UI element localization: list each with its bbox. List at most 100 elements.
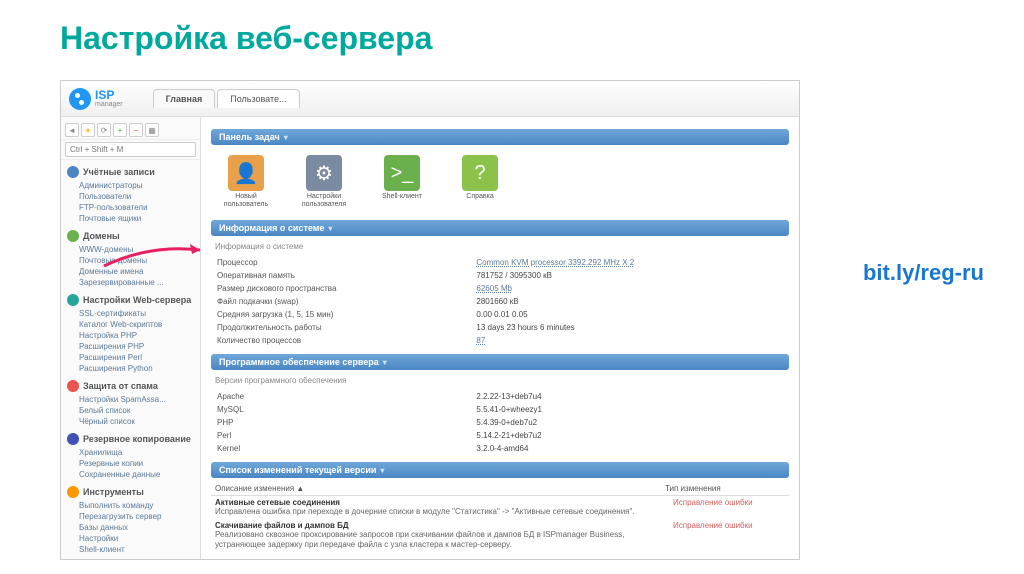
quick-item[interactable]: >_Shell-клиент [371, 155, 433, 208]
info-key: Оперативная память [213, 270, 470, 281]
info-key: Размер дискового пространства [213, 283, 470, 294]
nav-item[interactable]: Настройки [79, 533, 200, 544]
quick-item-icon: ? [462, 155, 498, 191]
software-table: Apache2.2.22-13+deb7u4MySQL5.5.41-0+whee… [211, 389, 789, 456]
nav-item[interactable]: Базы данных [79, 522, 200, 533]
nav-item[interactable]: Резервные копии [79, 458, 200, 469]
change-row[interactable]: Активные сетевые соединенияИсправлена ош… [211, 496, 789, 519]
sidebar: ◄ ★ ⟳ + − ▦ Учётные записи Администраторы… [61, 117, 201, 559]
chevron-icon: ▾ [284, 133, 288, 142]
quick-row: 👤Новый пользователь ⚙Настройки пользовате… [211, 149, 789, 214]
nav-item[interactable]: Расширения PHP [79, 341, 200, 352]
nav-item[interactable]: Настройки SpamAssa... [79, 394, 200, 405]
back-icon[interactable]: ◄ [65, 123, 79, 137]
change-row[interactable]: Скачивание файлов и дампов БДРеализовано… [211, 519, 789, 551]
content: Панель задач ▾ 👤Новый пользователь ⚙Настр… [201, 117, 799, 559]
table-row: PHP5.4.39-0+deb7u2 [213, 417, 787, 428]
table-row: Средняя загрузка (1, 5, 15 мин)0.00 0.01… [213, 309, 787, 320]
info-key: Процессор [213, 257, 470, 268]
info-key: Apache [213, 391, 470, 402]
info-value: 3.2.0-4-amd64 [472, 443, 787, 454]
nav-item[interactable]: Расширения Perl [79, 352, 200, 363]
change-name: Активные сетевые соединения [215, 498, 665, 507]
nav-item[interactable]: Перезагрузить сервер [79, 511, 200, 522]
info-key: Средняя загрузка (1, 5, 15 мин) [213, 309, 470, 320]
info-value: 5.5.41-0+wheezy1 [472, 404, 787, 415]
nav-group-head[interactable]: Защита от спама [61, 378, 200, 394]
nav-item[interactable]: Белый список [79, 405, 200, 416]
info-value[interactable]: 62605 Mb [472, 283, 787, 294]
info-key: Продолжительность работы [213, 322, 470, 333]
nav-item[interactable]: Почтовые ящики [79, 213, 200, 224]
info-key: Файл подкачки (swap) [213, 296, 470, 307]
nav-item[interactable]: Хранилища [79, 447, 200, 458]
changes-col-type[interactable]: Тип изменения [665, 484, 785, 493]
minus-icon[interactable]: − [129, 123, 143, 137]
tab-main[interactable]: Главная [153, 89, 216, 108]
changes-section-head[interactable]: Список изменений текущей версии ▾ [211, 462, 789, 478]
nav-item[interactable]: WWW-домены [79, 244, 200, 255]
info-key: Perl [213, 430, 470, 441]
nav-item[interactable]: Выполнить команду [79, 500, 200, 511]
nav-item[interactable]: Почтовые домены [79, 255, 200, 266]
star-icon[interactable]: ★ [81, 123, 95, 137]
quick-title: Панель задач [219, 132, 280, 142]
nav-group-icon [67, 486, 79, 498]
nav-group-head[interactable]: Резервное копирование [61, 431, 200, 447]
nav-group-head[interactable]: Настройки Web-сервера [61, 292, 200, 308]
nav-group-icon [67, 294, 79, 306]
change-desc: Исправлена ошибка при переходе в дочерни… [215, 507, 665, 517]
software-section-head[interactable]: Программное обеспечение сервера ▾ [211, 354, 789, 370]
nav-item[interactable]: Администраторы [79, 180, 200, 191]
quick-item-label: Настройки пользователя [293, 193, 355, 208]
plus-icon[interactable]: + [113, 123, 127, 137]
info-value: 13 days 23 hours 6 minutes [472, 322, 787, 333]
changes-col-desc[interactable]: Описание изменения ▲ [215, 484, 665, 493]
nav-item[interactable]: Сохраненные данные [79, 469, 200, 480]
changes-title: Список изменений текущей версии [219, 465, 376, 475]
info-value[interactable]: Common KVM processor 3392.292 MHz X 2 [472, 257, 787, 268]
nav-group-title: Защита от спама [83, 381, 158, 391]
logo-icon [69, 88, 91, 110]
nav-group-head[interactable]: Учётные записи [61, 164, 200, 180]
nav-item[interactable]: Каталог Web-скриптов [79, 319, 200, 330]
info-key: Количество процессов [213, 335, 470, 346]
quick-item[interactable]: ?Справка [449, 155, 511, 208]
quick-item[interactable]: ⚙Настройки пользователя [293, 155, 355, 208]
nav-item[interactable]: Зарезервированные ... [79, 277, 200, 288]
nav-item[interactable]: Shell-клиент [79, 544, 200, 555]
change-type: Исправление ошибки [669, 519, 789, 551]
table-row: MySQL5.5.41-0+wheezy1 [213, 404, 787, 415]
tab-users[interactable]: Пользовате... [217, 89, 299, 108]
refresh-icon[interactable]: ⟳ [97, 123, 111, 137]
info-value: 5.4.39-0+deb7u2 [472, 417, 787, 428]
nav-group-head[interactable]: Инструменты [61, 484, 200, 500]
nav-group-title: Учётные записи [83, 167, 155, 177]
info-value: 5.14.2-21+deb7u2 [472, 430, 787, 441]
nav-item[interactable]: Чёрный список [79, 416, 200, 427]
nav-group-icon [67, 433, 79, 445]
nav-group-head[interactable]: Домены [61, 228, 200, 244]
table-row: Продолжительность работы13 days 23 hours… [213, 322, 787, 333]
search-input[interactable] [65, 142, 196, 157]
nav-item[interactable]: Пользователи [79, 191, 200, 202]
change-type: Исправление ошибки [669, 496, 789, 519]
info-value[interactable]: 87 [472, 335, 787, 346]
changes-columns: Описание изменения ▲ Тип изменения [211, 482, 789, 496]
table-row: Kernel3.2.0-4-amd64 [213, 443, 787, 454]
sidebar-toolbar: ◄ ★ ⟳ + − ▦ [61, 121, 200, 140]
nav-item[interactable]: FTP-пользователи [79, 202, 200, 213]
info-value: 0.00 0.01 0.05 [472, 309, 787, 320]
table-row: Оперативная память781752 / 3095300 кВ [213, 270, 787, 281]
nav-item[interactable]: SSL-сертификаты [79, 308, 200, 319]
nav-item[interactable]: Расширения Python [79, 363, 200, 374]
quick-item[interactable]: 👤Новый пользователь [215, 155, 277, 208]
grid-icon[interactable]: ▦ [145, 123, 159, 137]
table-row: ПроцессорCommon KVM processor 3392.292 M… [213, 257, 787, 268]
quick-section-head[interactable]: Панель задач ▾ [211, 129, 789, 145]
sysinfo-section-head[interactable]: Информация о системе ▾ [211, 220, 789, 236]
chevron-icon: ▾ [380, 466, 384, 475]
nav-item[interactable]: Доменные имена [79, 266, 200, 277]
nav-item[interactable]: Настройка PHP [79, 330, 200, 341]
change-name: Скачивание файлов и дампов БД [215, 521, 665, 530]
